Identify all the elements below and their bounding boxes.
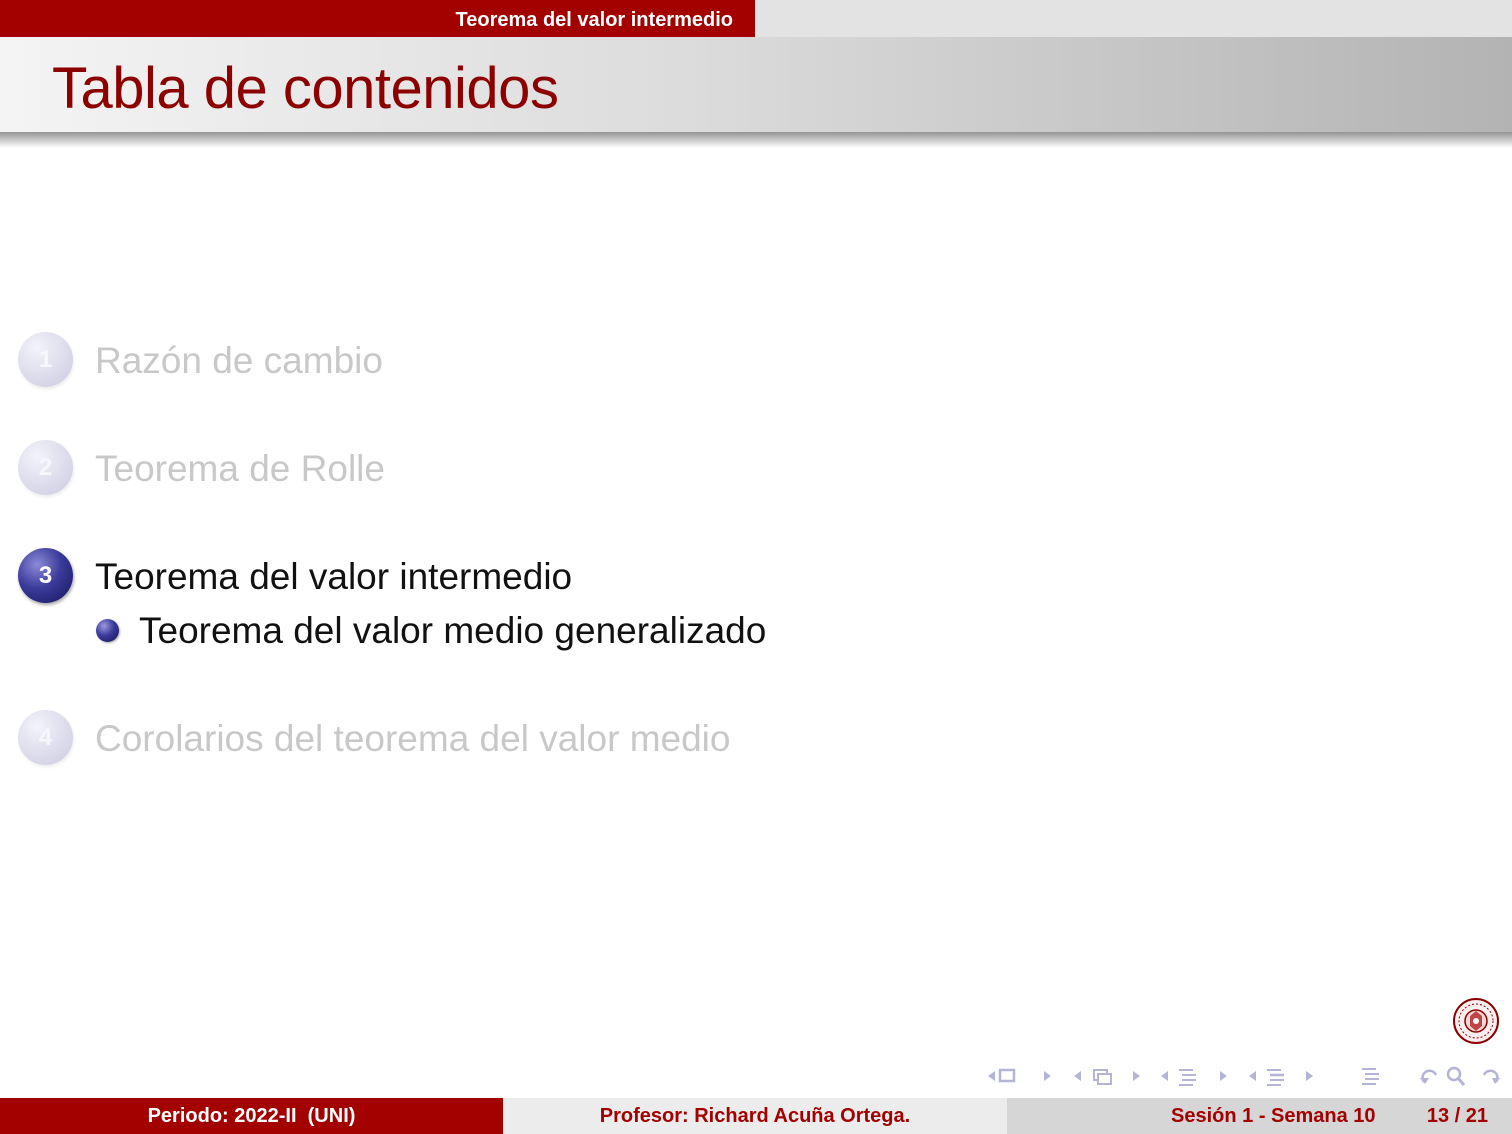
- toc-label-2[interactable]: Teorema de Rolle: [95, 448, 385, 490]
- footer-period-band: Periodo: 2022-II (UNI): [0, 1098, 503, 1134]
- title-shadow: [0, 132, 1512, 148]
- nav-search-icon[interactable]: [1446, 1066, 1466, 1086]
- frame-title: Tabla de contenidos: [52, 56, 559, 121]
- page-number: 13 / 21: [1426, 1105, 1488, 1127]
- toc-label-3[interactable]: Teorema del valor intermedio: [95, 556, 572, 598]
- nav-document-icon[interactable]: [1362, 1068, 1379, 1085]
- footer-session: Sesión 1 - Semana 10: [1171, 1105, 1376, 1127]
- nav-back-icon[interactable]: [1420, 1069, 1438, 1084]
- footer-professor-band: Profesor: Richard Acuña Ortega.: [503, 1098, 1007, 1134]
- header-subsection-band: [755, 0, 1512, 37]
- frame-title-band: Tabla de contenidos: [0, 37, 1512, 132]
- toc-number-ball-2: 2: [18, 440, 73, 495]
- toc-number-4: 4: [38, 723, 53, 751]
- footer-bar: Periodo: 2022-II (UNI) Profesor: Richard…: [0, 1098, 1512, 1134]
- bullet-icon: [96, 619, 119, 642]
- header-section-title[interactable]: Teorema del valor intermedio: [456, 9, 734, 32]
- university-seal-icon: [1452, 992, 1500, 1050]
- toc-number-ball-4: 4: [18, 710, 73, 765]
- toc-number-1: 1: [38, 345, 53, 373]
- toc-number-ball-1: 1: [18, 332, 73, 387]
- toc-label-4[interactable]: Corolarios del teorema del valor medio: [95, 718, 730, 760]
- navigation-bar: [984, 1062, 1504, 1090]
- footer-professor: Profesor: Richard Acuña Ortega.: [599, 1104, 911, 1127]
- nav-slide-icon[interactable]: [988, 1068, 1051, 1083]
- nav-frame-icon[interactable]: [1074, 1069, 1140, 1085]
- nav-section-icon[interactable]: [1249, 1069, 1313, 1086]
- toc-number-3: 3: [38, 561, 53, 589]
- header-section-band: Teorema del valor intermedio: [0, 0, 755, 37]
- footer-session-band: Sesión 1 - Semana 10 13 / 21: [1007, 1098, 1512, 1134]
- nav-subsection-icon[interactable]: [1161, 1069, 1227, 1086]
- footer-period: Periodo: 2022-II (UNI): [147, 1104, 356, 1127]
- toc-number-2: 2: [38, 453, 53, 481]
- nav-forward-icon[interactable]: [1482, 1069, 1500, 1084]
- toc-number-ball-3: 3: [18, 548, 73, 603]
- toc-label-1[interactable]: Razón de cambio: [95, 340, 383, 382]
- toc-subitem-label-1[interactable]: Teorema del valor medio generalizado: [139, 610, 766, 652]
- header-bar: Teorema del valor intermedio: [0, 0, 1512, 37]
